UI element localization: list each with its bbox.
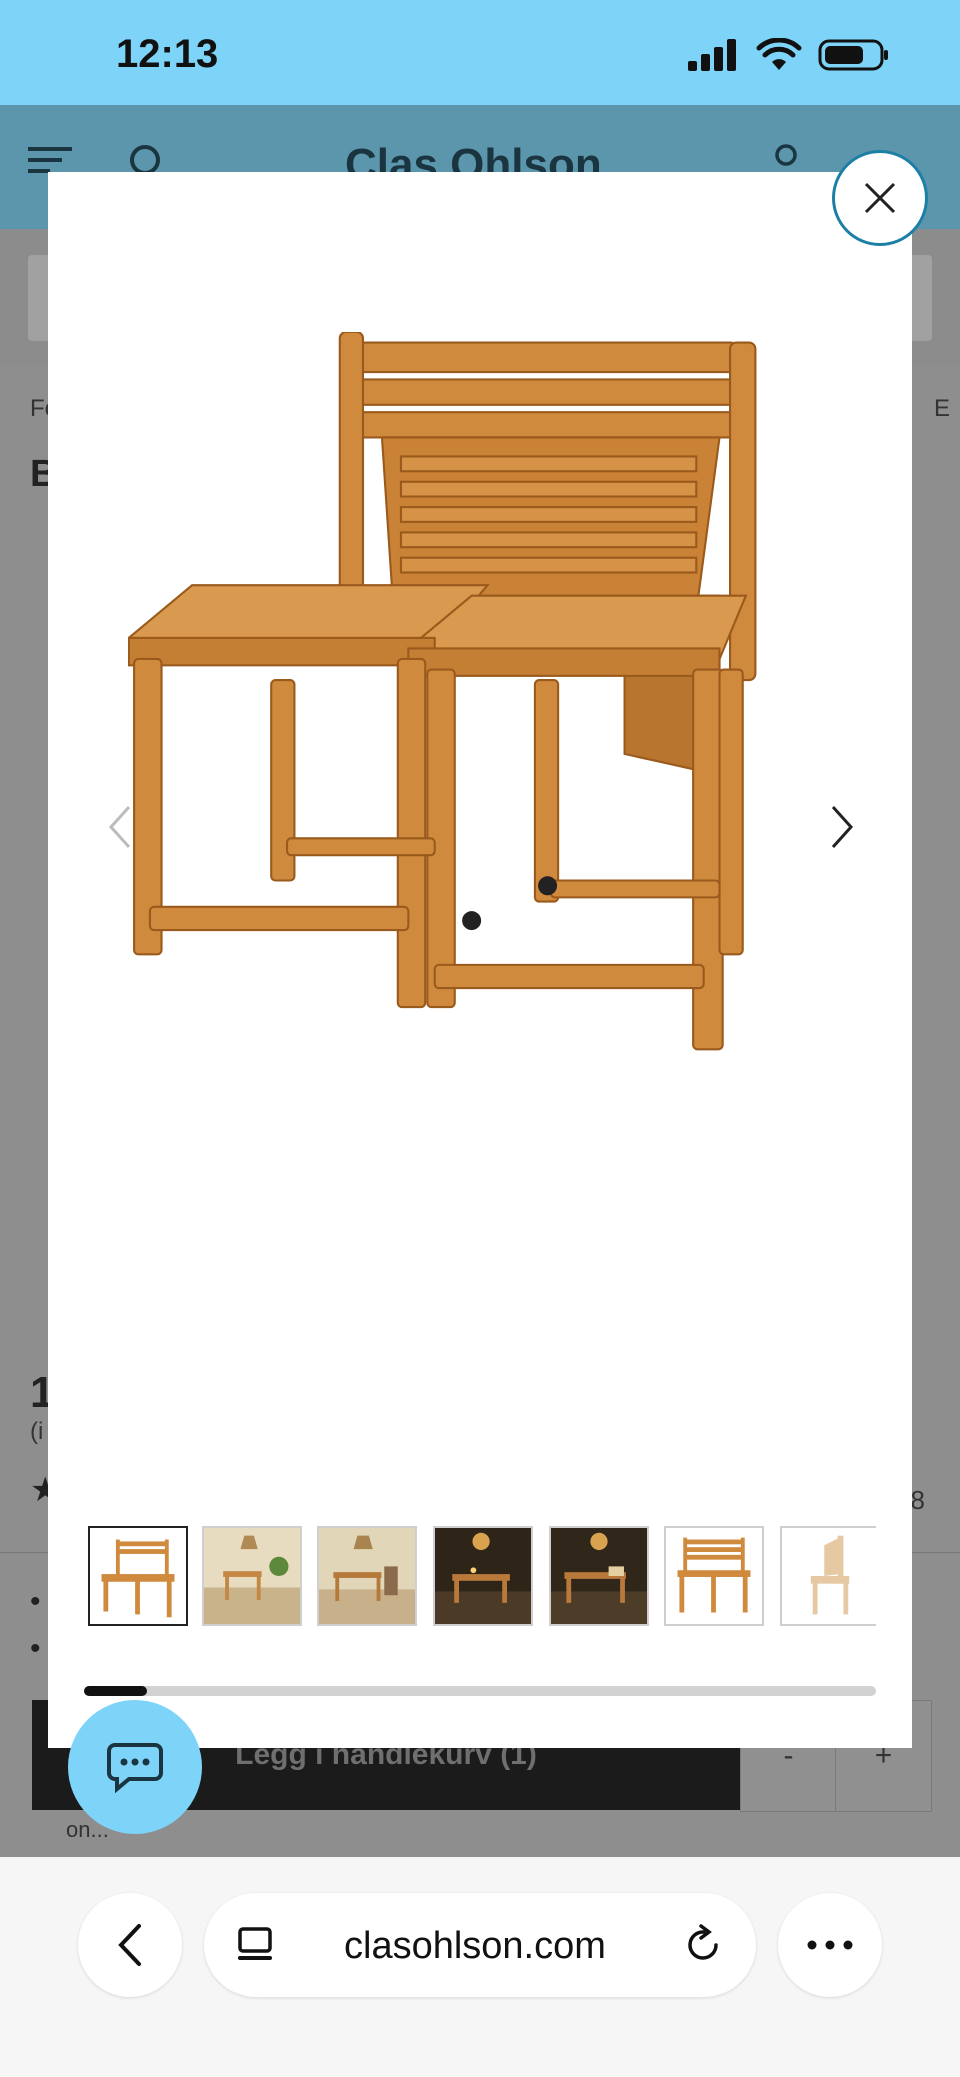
review-count: 8 — [910, 1485, 925, 1515]
thumbnail[interactable] — [88, 1526, 188, 1626]
thumbnail[interactable] — [780, 1526, 876, 1626]
more-options-button[interactable] — [778, 1893, 882, 1997]
thumbnail-image — [204, 1528, 300, 1624]
more-icon — [807, 1940, 853, 1950]
thumbnail-image — [782, 1528, 876, 1624]
chevron-left-icon — [118, 1924, 141, 1966]
gallery-scroll-indicator[interactable] — [84, 1686, 876, 1696]
gallery-scroll-thumb[interactable] — [84, 1686, 148, 1696]
image-gallery-modal — [48, 172, 912, 1748]
thumbnail[interactable] — [433, 1526, 533, 1626]
battery-icon — [818, 39, 888, 71]
thumbnail-image — [90, 1528, 186, 1624]
feature-bullet: • — [30, 1632, 41, 1665]
thumbnail[interactable] — [317, 1526, 417, 1626]
thumbnail[interactable] — [202, 1526, 302, 1626]
thumbnail[interactable] — [549, 1526, 649, 1626]
thumbnail[interactable] — [664, 1526, 764, 1626]
close-icon — [864, 182, 896, 214]
back-button[interactable] — [78, 1893, 182, 1997]
signal-icon — [688, 39, 736, 71]
product-image — [128, 332, 757, 1051]
breadcrumb-trailing[interactable]: E — [934, 395, 950, 423]
reload-icon[interactable] — [682, 1923, 726, 1967]
thumbnail-image — [319, 1528, 415, 1624]
price-note: (i — [30, 1418, 44, 1445]
status-time: 12:13 — [116, 32, 219, 76]
wifi-icon — [756, 38, 802, 70]
thumbnail-image — [551, 1528, 647, 1624]
status-bar: 12:13 — [0, 0, 960, 105]
thumbnail-image — [435, 1528, 531, 1624]
reader-mode-icon[interactable] — [234, 1923, 278, 1967]
thumbnail-image — [666, 1528, 762, 1624]
url-text[interactable]: clasohlson.com — [344, 1925, 606, 1968]
chat-icon — [107, 1743, 163, 1793]
chat-button[interactable] — [68, 1700, 202, 1834]
thumbnail-strip — [88, 1526, 876, 1630]
browser-toolbar: clasohlson.com — [0, 1857, 960, 2077]
address-bar[interactable]: clasohlson.com — [204, 1893, 756, 1997]
feature-bullet: • — [30, 1585, 41, 1618]
status-icons — [688, 38, 890, 72]
close-gallery-button[interactable] — [832, 150, 928, 246]
